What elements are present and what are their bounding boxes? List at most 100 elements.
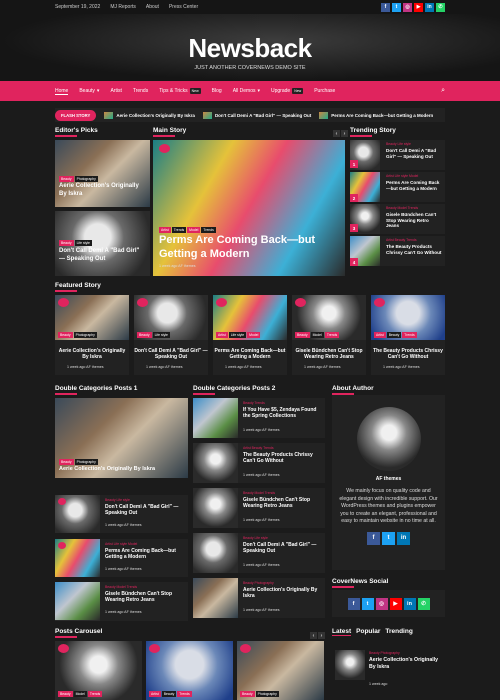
author-name[interactable]: AF themes bbox=[332, 476, 445, 482]
post-title[interactable]: Don't Call Demi A "Bad Girl" — Speaking … bbox=[134, 348, 208, 361]
category-badge[interactable]: Photography bbox=[255, 691, 279, 697]
post-title[interactable]: The Beauty Products Chrissy Can't Go Wit… bbox=[371, 348, 445, 361]
post-title[interactable]: If You Have $5, Zendaya Found the Spring… bbox=[243, 407, 323, 420]
post-categories[interactable]: Artist Beauty Trends bbox=[243, 446, 274, 450]
post-categories[interactable]: Beauty Photography bbox=[243, 581, 274, 585]
youtube-icon[interactable]: ▶ bbox=[414, 2, 423, 12]
category-badge[interactable]: Artist bbox=[159, 227, 171, 233]
nav-blog[interactable]: Blog bbox=[212, 88, 222, 94]
category-badge[interactable]: Beauty bbox=[58, 332, 73, 338]
editor-pick-card[interactable]: Beauty Photography Aerie Collection's Or… bbox=[55, 140, 150, 207]
post-title[interactable]: Aerie Collection's Originally By Iskra bbox=[59, 466, 184, 473]
post-title[interactable]: Don't Call Demi A "Bad Girl" — Speaking … bbox=[59, 248, 144, 263]
post-thumb[interactable] bbox=[193, 578, 238, 618]
tab-popular[interactable]: Popular bbox=[356, 628, 380, 636]
category-badge[interactable]: Beauty bbox=[240, 691, 255, 697]
top-link-mj-reports[interactable]: MJ Reports bbox=[110, 4, 136, 10]
nav-beauty[interactable]: Beauty ▾ bbox=[79, 88, 99, 94]
category-badge[interactable]: Life style bbox=[152, 332, 170, 338]
trending-item[interactable]: 1 Beauty Life style Don't Call Demi A "Bad… bbox=[350, 140, 445, 170]
category-badge[interactable]: Beauty bbox=[386, 332, 402, 338]
featured-thumb[interactable]: Beauty Life style bbox=[134, 295, 208, 340]
category-badge[interactable]: Trends bbox=[201, 227, 216, 233]
category-badge[interactable]: Model bbox=[310, 332, 324, 338]
site-title[interactable]: Newsback bbox=[0, 14, 500, 64]
carousel-card[interactable]: Artist Beauty Trends bbox=[146, 641, 233, 700]
featured-card[interactable]: Artist Beauty Trends The Beauty Products Ch… bbox=[371, 295, 445, 375]
editor-pick-card[interactable]: Beauty Life style Don't Call Demi A "Bad… bbox=[55, 211, 150, 276]
main-story-title[interactable]: Perms Are Coming Back—but Getting a Mode… bbox=[159, 234, 329, 262]
post-title[interactable]: Gisele Bündchen Can't Stop Wearing Retro… bbox=[292, 348, 366, 361]
post-title[interactable]: Perms Are Coming Back—but Getting a Mode… bbox=[105, 548, 185, 561]
prev-arrow-icon[interactable]: ‹ bbox=[310, 632, 317, 639]
prev-arrow-icon[interactable]: ‹ bbox=[333, 130, 340, 137]
post-title[interactable]: Perms Are Coming Back—but Getting a Mode… bbox=[213, 348, 287, 361]
post-title[interactable]: Aerie Collection's Originally By Iskra bbox=[59, 183, 144, 198]
category-badge[interactable]: Photography bbox=[74, 176, 98, 182]
facebook-icon[interactable]: f bbox=[381, 2, 390, 12]
linkedin-icon[interactable]: in bbox=[425, 2, 434, 12]
featured-card[interactable]: Beauty Life style Don't Call Demi A "Bad G… bbox=[134, 295, 208, 375]
featured-thumb[interactable]: Beauty Model Trends bbox=[292, 295, 366, 340]
twitter-icon[interactable]: t bbox=[361, 597, 374, 610]
post-title[interactable]: Don't Call Demi A "Bad Girl" — Speaking … bbox=[386, 148, 443, 159]
top-link-press-center[interactable]: Press Center bbox=[169, 4, 198, 10]
dbl1-item[interactable]: Beauty Model Trends Gisele Bündchen Can't… bbox=[55, 582, 188, 620]
category-badge[interactable]: Beauty bbox=[59, 176, 74, 182]
category-badge[interactable]: Trends bbox=[402, 332, 417, 338]
youtube-icon[interactable]: ▶ bbox=[389, 597, 402, 610]
linkedin-icon[interactable]: in bbox=[397, 531, 410, 545]
nav-artist[interactable]: Artist bbox=[110, 88, 121, 94]
post-title[interactable]: Aerie Collection's Originally By Iskra bbox=[243, 587, 323, 600]
nav-tips[interactable]: Tips & Tricks New bbox=[159, 88, 201, 94]
category-badge[interactable]: Photography bbox=[74, 459, 98, 465]
nav-trends[interactable]: Trends bbox=[133, 88, 148, 94]
category-badge[interactable]: Beauty bbox=[58, 691, 73, 697]
flash-item[interactable]: Don't Call Demi A "Bad Girl" — Speaking … bbox=[202, 111, 311, 119]
whatsapp-icon[interactable]: ✆ bbox=[436, 2, 445, 12]
category-badge[interactable]: Model bbox=[247, 332, 261, 338]
post-categories[interactable]: Beauty Model Trends bbox=[105, 585, 137, 589]
category-badge[interactable]: Trends bbox=[171, 227, 187, 233]
post-title[interactable]: Perms Are Coming Back—but Getting a Mode… bbox=[386, 180, 443, 191]
category-badge[interactable]: Trends bbox=[87, 691, 103, 697]
category-badge[interactable]: Model bbox=[73, 691, 87, 697]
instagram-icon[interactable]: ◎ bbox=[375, 597, 388, 610]
nav-purchase[interactable]: Purchase bbox=[314, 88, 335, 94]
post-categories[interactable]: Beauty Photography bbox=[369, 651, 400, 655]
post-thumb[interactable] bbox=[193, 443, 238, 483]
category-badge[interactable]: Artist bbox=[149, 691, 161, 697]
flash-item[interactable]: Aerie Collection's Originally By Iskra bbox=[104, 111, 195, 119]
trending-item[interactable]: 3 Beauty Model Trends Gisele Bündchen Can'… bbox=[350, 204, 445, 234]
post-categories[interactable]: Artist Life style Model bbox=[105, 542, 137, 546]
nav-upgrade[interactable]: Upgrade New bbox=[271, 88, 304, 94]
dbl2-item[interactable]: Artist Beauty Trends The Beauty Products … bbox=[193, 443, 325, 483]
post-title[interactable]: The Beauty Products Chrissy Can't Go Wit… bbox=[243, 452, 323, 465]
nav-all-demos[interactable]: All Demos ▾ bbox=[233, 88, 260, 94]
category-badge[interactable]: Beauty bbox=[59, 240, 74, 246]
post-categories[interactable]: Artist Life style Model bbox=[386, 174, 418, 178]
category-badge[interactable]: Artist bbox=[374, 332, 386, 338]
post-categories[interactable]: Beauty Model Trends bbox=[243, 491, 275, 495]
featured-thumb[interactable]: Artist Beauty Trends bbox=[371, 295, 445, 340]
category-badge[interactable]: Model bbox=[187, 227, 201, 233]
post-categories[interactable]: Beauty Life style bbox=[105, 498, 130, 502]
dbl1-item[interactable]: Beauty Life style Don't Call Demi A "Bad … bbox=[55, 495, 188, 533]
carousel-card[interactable]: Beauty Photography bbox=[237, 641, 324, 700]
featured-card[interactable]: Artist Life style Model Perms Are Coming Ba… bbox=[213, 295, 287, 375]
featured-card[interactable]: Beauty Model Trends Gisele Bündchen Can't S… bbox=[292, 295, 366, 375]
post-thumb[interactable] bbox=[55, 495, 100, 533]
post-categories[interactable]: Beauty Model Trends bbox=[386, 206, 418, 210]
post-thumb[interactable] bbox=[55, 539, 100, 577]
next-arrow-icon[interactable]: › bbox=[318, 632, 325, 639]
category-badge[interactable]: Artist bbox=[216, 332, 228, 338]
dbl2-item[interactable]: Beauty Photography Aerie Collection's Ori… bbox=[193, 578, 325, 618]
twitter-icon[interactable]: t bbox=[382, 531, 395, 545]
featured-thumb[interactable]: Artist Life style Model bbox=[213, 295, 287, 340]
trending-item[interactable]: 4 Artist Beauty Trends The Beauty Products… bbox=[350, 236, 445, 266]
facebook-icon[interactable]: f bbox=[367, 531, 380, 545]
category-badge[interactable]: Beauty bbox=[295, 332, 310, 338]
post-title[interactable]: The Beauty Products Chrissy Can't Go Wit… bbox=[386, 244, 443, 255]
category-badge[interactable]: Trends bbox=[177, 691, 192, 697]
whatsapp-icon[interactable]: ✆ bbox=[417, 597, 430, 610]
